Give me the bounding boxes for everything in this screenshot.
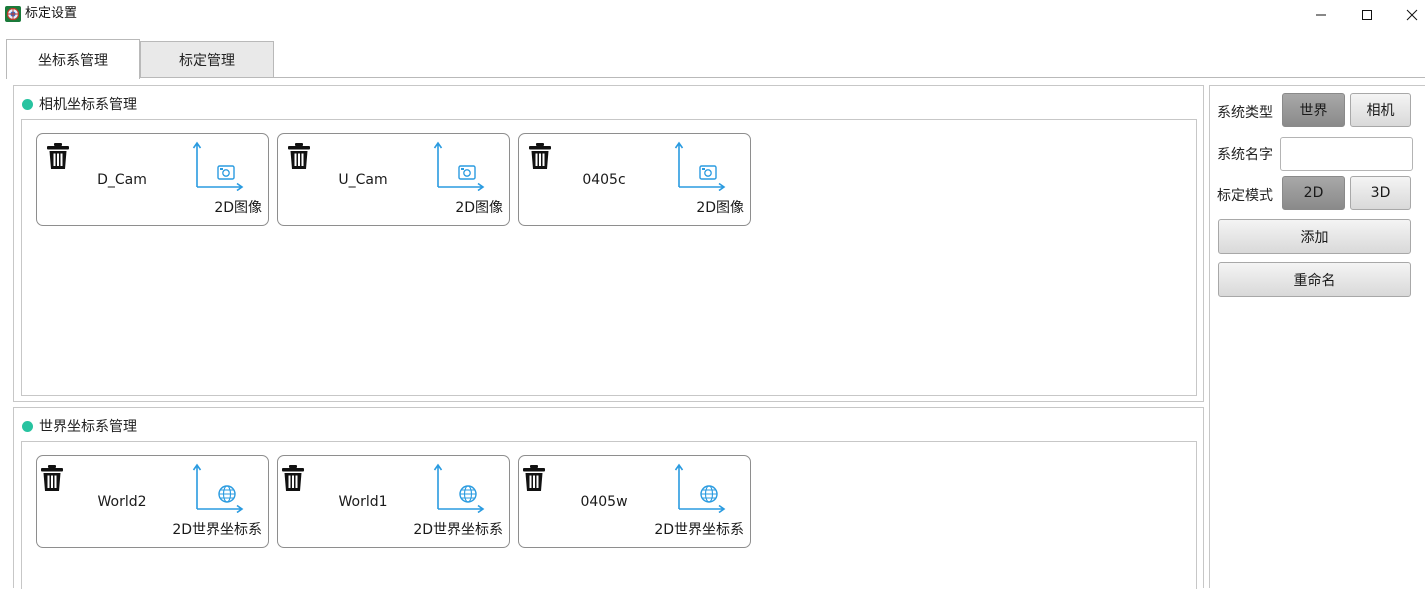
calib-mode-2d-button[interactable]: 2D <box>1282 176 1345 210</box>
world-card-0405w[interactable]: 0405w 2D世界坐标系 <box>518 455 751 548</box>
app-logo-icon <box>5 6 21 22</box>
world-card-world1[interactable]: World1 2D世界坐标系 <box>277 455 510 548</box>
button-label: 重命名 <box>1293 272 1336 289</box>
button-label: 世界 <box>1299 103 1328 119</box>
camera-card-u-cam[interactable]: U_Cam 2D图像 <box>277 133 510 226</box>
calib-mode-label: 标定模式 <box>1217 188 1273 204</box>
tab-label: 坐标系管理 <box>38 52 108 69</box>
card-type: 2D图像 <box>696 200 744 216</box>
camera-coordinate-group: 相机坐标系管理 D_Cam 2D图像 U_Cam 2D图像 0405c 2D图像 <box>13 85 1204 402</box>
group-title: 相机坐标系管理 <box>22 94 137 114</box>
system-type-label: 系统类型 <box>1217 105 1273 121</box>
minimize-icon <box>1316 14 1326 16</box>
tab-coordinate-management[interactable]: 坐标系管理 <box>6 39 140 79</box>
card-type: 2D图像 <box>214 200 262 216</box>
calib-mode-3d-button[interactable]: 3D <box>1350 176 1411 210</box>
tab-divider <box>6 77 1425 78</box>
card-name: World2 <box>97 494 147 510</box>
card-type: 2D世界坐标系 <box>654 522 744 538</box>
trash-icon[interactable] <box>287 142 311 170</box>
card-type: 2D图像 <box>455 200 503 216</box>
status-dot-icon <box>22 420 33 432</box>
world-coordinate-group: 世界坐标系管理 World2 2D世界坐标系 World1 2D世界坐标系 04… <box>13 407 1204 589</box>
trash-icon[interactable] <box>40 464 64 492</box>
tab-label: 标定管理 <box>179 52 235 69</box>
card-name: D_Cam <box>97 172 147 188</box>
world-group-title: 世界坐标系管理 <box>39 419 137 435</box>
title-bar: 标定设置 <box>0 0 1425 30</box>
system-type-world-button[interactable]: 世界 <box>1282 93 1345 127</box>
button-label: 2D <box>1303 185 1324 201</box>
maximize-button[interactable] <box>1344 0 1390 30</box>
axes-camera-icon <box>674 141 726 191</box>
card-name: 0405w <box>580 494 628 510</box>
camera-card-d-cam[interactable]: D_Cam 2D图像 <box>36 133 269 226</box>
axes-camera-icon <box>433 141 485 191</box>
trash-icon[interactable] <box>528 142 552 170</box>
axes-globe-icon <box>433 463 485 513</box>
camera-card-list: D_Cam 2D图像 U_Cam 2D图像 0405c 2D图像 <box>21 119 1197 396</box>
add-button[interactable]: 添加 <box>1218 219 1411 254</box>
card-name: 0405c <box>582 172 626 188</box>
camera-group-title: 相机坐标系管理 <box>39 97 137 113</box>
group-title: 世界坐标系管理 <box>22 416 137 436</box>
status-dot-icon <box>22 98 33 110</box>
card-name: World1 <box>338 494 388 510</box>
minimize-button[interactable] <box>1298 0 1344 30</box>
trash-icon[interactable] <box>46 142 70 170</box>
button-label: 添加 <box>1300 229 1329 246</box>
trash-icon[interactable] <box>522 464 546 492</box>
tab-calibration-management[interactable]: 标定管理 <box>140 41 274 77</box>
rename-button[interactable]: 重命名 <box>1218 262 1411 297</box>
world-card-world2[interactable]: World2 2D世界坐标系 <box>36 455 269 548</box>
trash-icon[interactable] <box>281 464 305 492</box>
system-name-input[interactable] <box>1280 137 1413 171</box>
close-button[interactable] <box>1389 0 1425 30</box>
axes-globe-icon <box>674 463 726 513</box>
system-name-label: 系统名字 <box>1217 147 1273 163</box>
maximize-icon <box>1362 10 1372 20</box>
axes-camera-icon <box>192 141 244 191</box>
card-type: 2D世界坐标系 <box>413 522 503 538</box>
close-icon <box>1406 9 1418 21</box>
window-title: 标定设置 <box>25 6 78 21</box>
button-label: 3D <box>1370 185 1391 201</box>
system-type-camera-button[interactable]: 相机 <box>1350 93 1411 127</box>
card-type: 2D世界坐标系 <box>172 522 262 538</box>
card-name: U_Cam <box>338 172 388 188</box>
world-card-list: World2 2D世界坐标系 World1 2D世界坐标系 0405w 2D世界… <box>21 441 1197 589</box>
camera-card-0405c[interactable]: 0405c 2D图像 <box>518 133 751 226</box>
button-label: 相机 <box>1366 103 1395 119</box>
axes-globe-icon <box>192 463 244 513</box>
